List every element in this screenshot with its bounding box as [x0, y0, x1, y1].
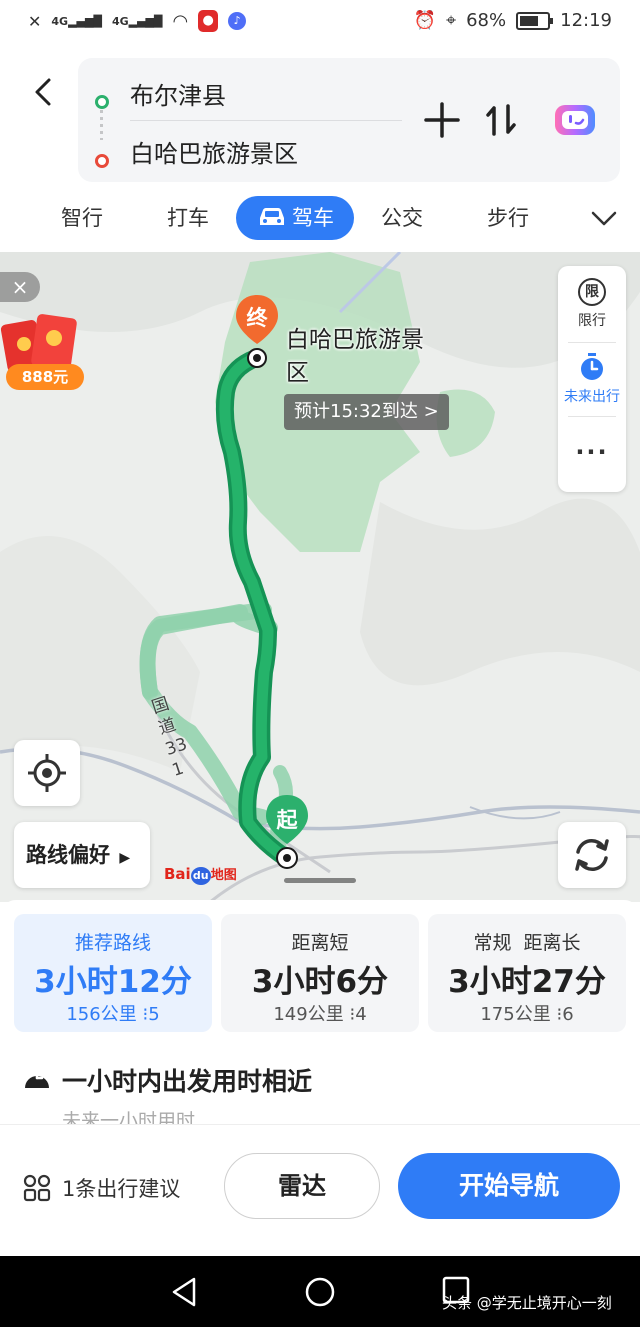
baidu-logo: Bai du 地图 — [164, 864, 237, 885]
location-icon: ⌖ — [445, 10, 457, 31]
mode-tabs: 智行 打车 驾车 公交 步行 — [0, 192, 640, 244]
route-card-time: 3小时27分 — [448, 964, 606, 1000]
restriction-icon: 限 — [578, 278, 606, 306]
add-waypoint-button[interactable] — [420, 98, 464, 142]
tab-smart[interactable]: 智行 — [44, 196, 120, 240]
tab-taxi[interactable]: 打车 — [150, 196, 226, 240]
crosshair-icon — [28, 754, 66, 792]
divider — [130, 120, 402, 121]
signal-icon-2: 4G▂▄▆█ — [111, 14, 163, 28]
music-icon: ♪ — [228, 12, 247, 30]
divider — [568, 342, 616, 343]
destination-dot-icon — [95, 154, 109, 168]
tab-drive[interactable]: 驾车 — [236, 196, 354, 240]
mic-icon: ● — [198, 10, 219, 32]
battery-percent: 68% — [466, 10, 507, 31]
more-modes-button[interactable] — [580, 196, 628, 240]
destination-map-label: 白哈巴旅游景区 — [286, 327, 424, 386]
chevron-left-icon — [35, 78, 51, 106]
route-card-distance: 175公里 ⁝6 — [480, 1004, 574, 1025]
future-trip-label: 未来出行 — [564, 389, 620, 405]
clock-icon — [25, 1070, 49, 1088]
end-marker-label: 终 — [246, 306, 268, 330]
more-options-icon[interactable]: ··· — [558, 438, 626, 466]
chevron-down-icon — [591, 211, 617, 226]
route-card-distance: 156公里 ⁝5 — [66, 1004, 160, 1025]
route-header: 布尔津县 白哈巴旅游景区 智行 打车 驾车 公交 步行 — [0, 48, 640, 252]
triangle-right-icon: ▶ — [119, 850, 131, 866]
swap-icon — [486, 104, 516, 136]
route-card-shortest[interactable]: 距离短 3小时6分 149公里 ⁝4 — [221, 914, 419, 1032]
route-connector — [100, 110, 103, 140]
route-input-box: 布尔津县 白哈巴旅游景区 — [78, 58, 620, 182]
departure-tip[interactable]: 一小时内出发用时相近 — [22, 1062, 312, 1098]
home-circle-icon[interactable] — [302, 1274, 338, 1310]
action-bar: 1条出行建议 雷达 开始导航 — [0, 1124, 640, 1256]
route-card-time: 3小时6分 — [251, 964, 389, 1000]
car-icon — [260, 208, 284, 225]
map-side-panel: 限 限行 未来出行 ··· — [558, 266, 626, 492]
refresh-route-button[interactable] — [558, 822, 626, 888]
travel-advice-button[interactable]: 1条出行建议 — [22, 1173, 180, 1203]
clock: 12:19 — [560, 10, 612, 31]
no-sim-icon: ✕ — [28, 11, 42, 31]
stopwatch-icon — [581, 353, 603, 380]
assistant-button[interactable] — [552, 98, 596, 142]
plus-icon — [424, 102, 460, 138]
start-marker-label: 起 — [276, 808, 298, 832]
signal-icon: 4G▂▄▆█ — [51, 14, 102, 28]
route-card-time: 3小时12分 — [34, 964, 192, 1000]
watermark: 头条 @学无止境开心一刻 — [442, 1294, 612, 1312]
restriction-label: 限行 — [578, 313, 606, 329]
logo-du: du — [190, 867, 211, 885]
route-options-sheet: 推荐路线 3小时12分 156公里 ⁝5 距离短 3小时6分 149公里 ⁝4 … — [0, 900, 640, 1128]
route-card-label: 距离短 — [291, 932, 349, 954]
route-card-label: 推荐路线 — [74, 932, 151, 954]
battery-icon — [516, 11, 554, 30]
system-nav-bar: 头条 @学无止境开心一刻 — [0, 1256, 640, 1327]
swap-route-button[interactable] — [480, 98, 524, 142]
route-card-longest[interactable]: 常规 距离长 3小时27分 175公里 ⁝6 — [428, 914, 626, 1032]
origin-dot-icon — [95, 95, 109, 109]
route-preference-label: 路线偏好 — [26, 843, 110, 867]
origin-field[interactable]: 布尔津县 — [130, 76, 226, 111]
wifi-icon: ◠ — [172, 10, 189, 32]
route-card-label: 常规 距离长 — [473, 932, 581, 954]
route-preference-button[interactable]: 路线偏好 ▶ — [14, 822, 150, 888]
refresh-icon — [575, 839, 609, 871]
radar-button[interactable]: 雷达 — [224, 1153, 380, 1219]
back-triangle-icon[interactable] — [166, 1274, 202, 1310]
eta-badge[interactable]: 预计15:32到达 > — [284, 394, 449, 430]
departure-tip-title: 一小时内出发用时相近 — [62, 1067, 313, 1096]
grid-icon — [23, 1174, 51, 1202]
divider — [568, 416, 616, 417]
destination-field[interactable]: 白哈巴旅游景区 — [130, 134, 298, 169]
tab-walk[interactable]: 步行 — [470, 196, 546, 240]
locate-button[interactable] — [14, 740, 80, 806]
logo-bai: Bai — [164, 865, 191, 883]
future-trip-button[interactable]: 未来出行 — [558, 352, 626, 406]
alarm-icon: ⏰ — [413, 10, 436, 31]
close-promo-button[interactable]: × — [0, 272, 40, 302]
route-card-recommended[interactable]: 推荐路线 3小时12分 156公里 ⁝5 — [14, 914, 212, 1032]
map-view[interactable]: 国道331 终 起 白哈巴旅游景区 预计15:32到达 > × 888元 限 限… — [0, 252, 640, 902]
status-icons-left: ✕ 4G▂▄▆█ 4G▂▄▆█ ◠ ● ♪ — [28, 10, 247, 32]
restriction-button[interactable]: 限 限行 — [558, 278, 626, 330]
tab-drive-label: 驾车 — [292, 206, 334, 230]
tab-transit[interactable]: 公交 — [364, 196, 440, 240]
status-icons-right: ⏰ ⌖ 68% 12:19 — [414, 10, 612, 31]
status-bar: ✕ 4G▂▄▆█ 4G▂▄▆█ ◠ ● ♪ ⏰ ⌖ 68% 12:19 — [0, 0, 640, 48]
assistant-icon — [555, 105, 595, 135]
logo-map: 地图 — [210, 868, 237, 883]
start-navigation-button[interactable]: 开始导航 — [398, 1153, 620, 1219]
red-packet-amount[interactable]: 888元 — [6, 364, 84, 390]
travel-advice-label: 1条出行建议 — [62, 1177, 181, 1201]
route-card-distance: 149公里 ⁝4 — [273, 1004, 367, 1025]
sheet-drag-handle[interactable] — [284, 878, 356, 883]
back-button[interactable] — [24, 72, 64, 112]
